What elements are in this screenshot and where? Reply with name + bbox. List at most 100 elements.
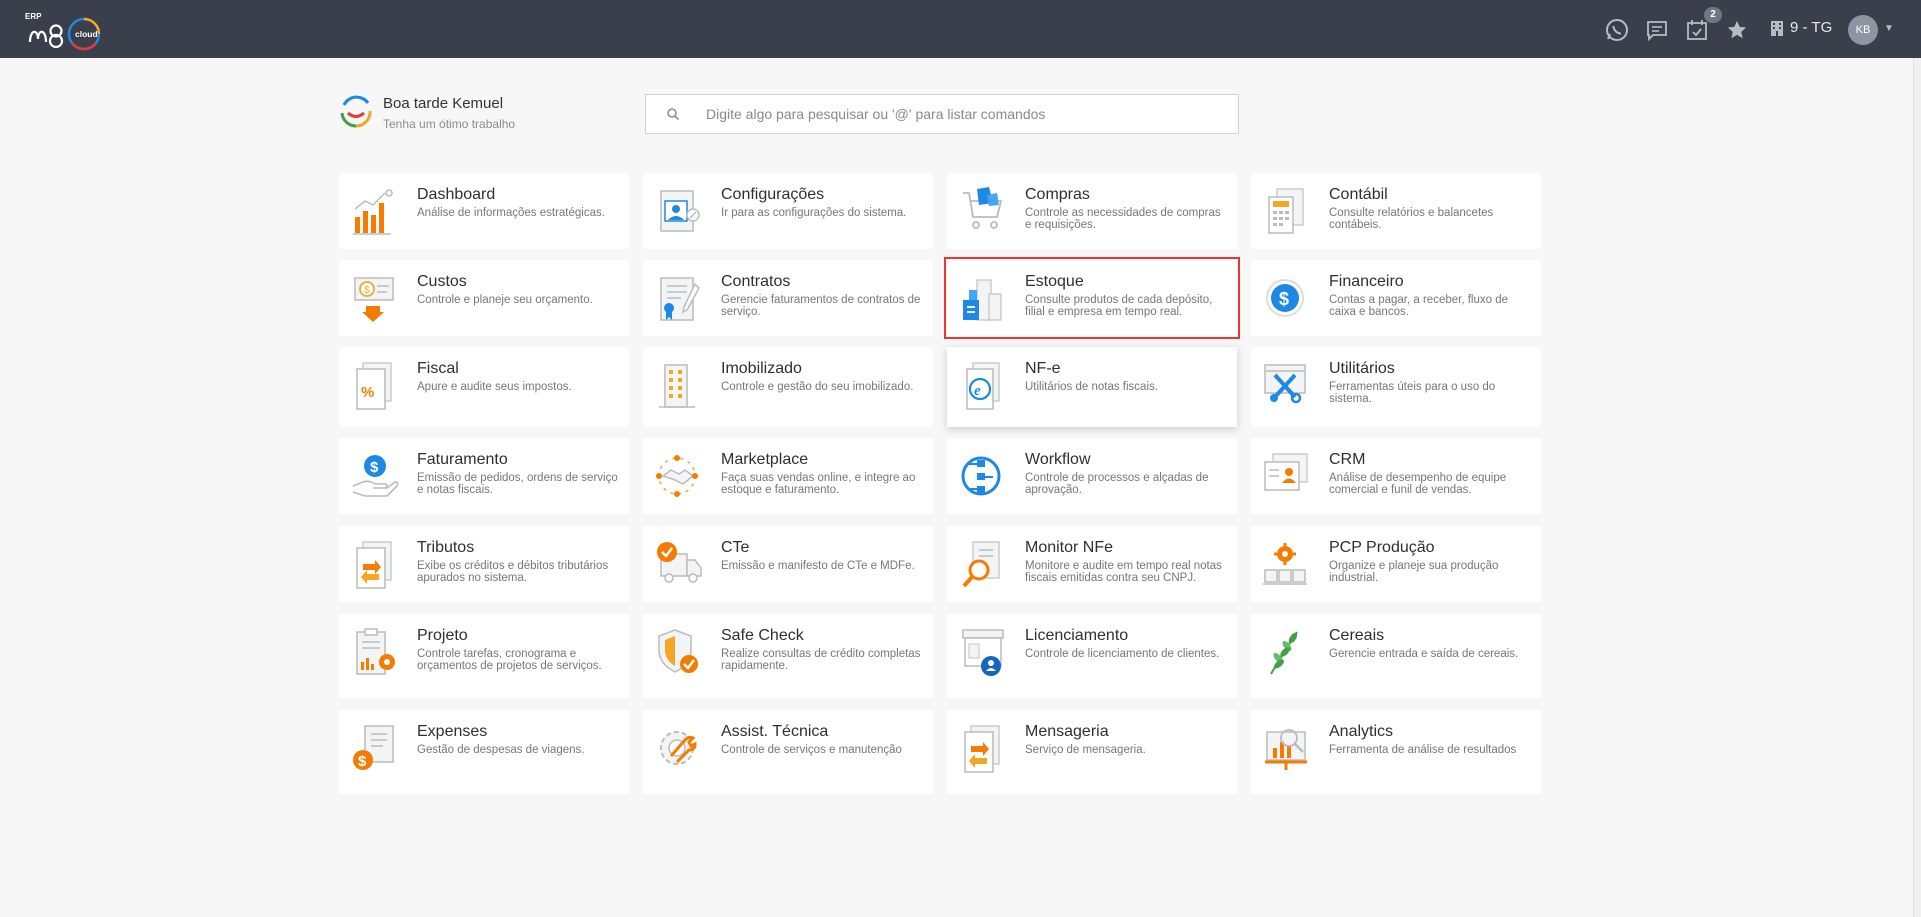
module-title: Custos [417, 273, 467, 290]
svg-text:ERP: ERP [25, 12, 42, 21]
module-card-marketplace[interactable]: Marketplace Faça suas vendas online, e in… [643, 438, 933, 514]
module-description: Análise de informações estratégicas. [417, 207, 605, 219]
costs-icon: $ [354, 277, 394, 322]
module-description: Faça suas vendas online, e integre ao es… [721, 472, 916, 496]
module-description: Controle de serviços e manutenção [721, 744, 902, 756]
module-card-financeiro[interactable]: $ Financeiro Contas a pagar, a receber, f… [1251, 260, 1541, 336]
expenses-icon: $ [353, 725, 394, 770]
chat-icon[interactable] [1644, 18, 1670, 42]
module-title: Licenciamento [1025, 627, 1129, 644]
module-title: Imobilizado [721, 360, 802, 377]
svg-text:$: $ [358, 753, 367, 770]
module-card-estoque[interactable]: Estoque Consulte produtos de cada depósit… [944, 257, 1240, 339]
production-icon [1263, 543, 1307, 585]
module-card-crm[interactable]: CRM Análise de desempenho de equipe comer… [1251, 438, 1541, 514]
module-card-licenciamento[interactable]: Licenciamento Controle de licenciamento d… [947, 614, 1237, 698]
module-card-assist-tecnica[interactable]: Assist. Técnica Controle de serviços e ma… [643, 710, 933, 794]
module-card-mensageria[interactable]: Mensageria Serviço de mensageria. [947, 710, 1237, 794]
chart-icon [353, 189, 393, 235]
company-label: 9 - TG [1790, 19, 1833, 36]
billing-icon: $ [352, 455, 399, 497]
module-card-cereais[interactable]: Cereais Gerencie entrada e saída de cerea… [1251, 614, 1541, 698]
module-card-projeto[interactable]: Projeto Controle tarefas, cronograma e or… [339, 614, 629, 698]
module-card-cte[interactable]: CTe Emissão e manifesto de CTe e MDFe. [643, 526, 933, 602]
module-card-imobilizado[interactable]: Imobilizado Controle e gestão do seu imob… [643, 347, 933, 427]
m8-logo[interactable]: ERP cloud [24, 9, 114, 51]
module-card-compras[interactable]: Compras Controle as necessidades de compr… [947, 173, 1237, 249]
search-box[interactable] [645, 94, 1239, 134]
module-description: Exibe os créditos e débitos tributários … [417, 560, 609, 584]
module-card-safe-check[interactable]: Safe Check Realize consultas de crédito c… [643, 614, 933, 698]
module-description: Monitore e audite em tempo real notas fi… [1025, 560, 1222, 584]
module-card-fiscal[interactable]: % Fiscal Apure e audite seus impostos. [339, 347, 629, 427]
project-icon [356, 628, 395, 675]
module-description: Utilitários de notas fiscais. [1025, 381, 1158, 393]
cart-icon [963, 187, 1003, 229]
smile-logo-icon [340, 95, 372, 128]
contract-icon [660, 277, 700, 321]
module-card-configuracoes[interactable]: Configurações Ir para as configurações do… [643, 173, 933, 249]
module-description: Ferramenta de análise de resultados [1329, 744, 1517, 756]
search-input[interactable] [706, 106, 1226, 122]
module-card-workflow[interactable]: Workflow Controle de processos e alçadas … [947, 438, 1237, 514]
modules-grid: Dashboard Análise de informações estratég… [339, 173, 1541, 794]
module-card-tributos[interactable]: Tributos Exibe os créditos e débitos trib… [339, 526, 629, 602]
module-title: Safe Check [721, 627, 804, 644]
message-icon [964, 725, 1000, 773]
module-title: Cereais [1329, 627, 1385, 644]
module-card-dashboard[interactable]: Dashboard Análise de informações estratég… [339, 173, 629, 249]
module-description: Serviço de mensageria. [1025, 744, 1146, 756]
tools-icon [1264, 364, 1306, 404]
module-title: Expenses [417, 723, 488, 740]
module-title: Assist. Técnica [721, 723, 829, 740]
module-card-expenses[interactable]: $ Expenses Gestão de despesas de viagens. [339, 710, 629, 794]
module-description: Realize consultas de crédito completas r… [721, 648, 921, 672]
svg-text:%: % [361, 384, 374, 401]
module-card-utilitarios[interactable]: Utilitários Ferramentas úteis para o uso … [1251, 347, 1541, 427]
svg-text:e: e [974, 383, 981, 399]
module-card-nfe[interactable]: e NF-e Utilitários de notas fiscais. [947, 347, 1237, 427]
module-title: Projeto [417, 627, 468, 644]
module-title: Contábil [1329, 186, 1388, 203]
search-icon [667, 108, 680, 121]
module-card-contratos[interactable]: Contratos Gerencie faturamentos de contra… [643, 260, 933, 336]
module-card-monitor-nfe[interactable]: Monitor NFe Monitore e audite em tempo re… [947, 526, 1237, 602]
module-title: Configurações [721, 186, 825, 203]
percent-icon: % [356, 362, 392, 410]
stock-icon [963, 279, 1002, 321]
user-avatar[interactable]: KB [1848, 15, 1878, 45]
module-card-pcp-producao[interactable]: PCP Produção Organize e planeje sua produ… [1251, 526, 1541, 602]
module-description: Ferramentas úteis para o uso do sistema. [1329, 381, 1496, 405]
company-selector[interactable]: 9 - TG [1770, 19, 1832, 36]
chevron-down-icon[interactable]: ▼ [1884, 23, 1894, 34]
module-card-analytics[interactable]: Analytics Ferramenta de análise de result… [1251, 710, 1541, 794]
module-description: Controle as necessidades de compras e re… [1025, 207, 1221, 231]
module-title: CRM [1329, 451, 1366, 468]
svg-text:$: $ [370, 459, 379, 476]
module-card-contabil[interactable]: Contábil Consulte relatórios e balancetes… [1251, 173, 1541, 249]
workflow-icon [961, 456, 1001, 496]
handshake-icon [656, 455, 698, 497]
notification-badge: 2 [1704, 7, 1722, 23]
module-description: Controle de processos e alçadas de aprov… [1025, 472, 1209, 496]
whatsapp-icon[interactable] [1604, 18, 1630, 42]
truck-icon [657, 542, 702, 583]
scrollbar[interactable] [1913, 58, 1921, 917]
module-description: Consulte produtos de cada depósito, fili… [1025, 294, 1213, 318]
module-description: Emissão de pedidos, ordens de serviço e … [417, 472, 618, 496]
greeting-title: Boa tarde Kemuel [383, 95, 504, 112]
dollar-icon: $ [1266, 279, 1304, 317]
module-title: Monitor NFe [1025, 539, 1114, 556]
calendar-check-icon[interactable] [1684, 18, 1710, 42]
module-title: Utilitários [1329, 360, 1395, 377]
grain-icon [1270, 631, 1298, 675]
module-card-faturamento[interactable]: $ Faturamento Emissão de pedidos, ordens … [339, 438, 629, 514]
module-description: Emissão e manifesto de CTe e MDFe. [721, 560, 915, 572]
module-title: Contratos [721, 273, 791, 290]
module-title: Faturamento [417, 451, 508, 468]
shield-icon [658, 629, 698, 673]
svg-text:$: $ [364, 285, 370, 296]
star-icon[interactable] [1724, 18, 1750, 42]
module-card-custos[interactable]: $ Custos Controle e planeje seu orçamento… [339, 260, 629, 336]
module-title: Estoque [1025, 273, 1084, 290]
